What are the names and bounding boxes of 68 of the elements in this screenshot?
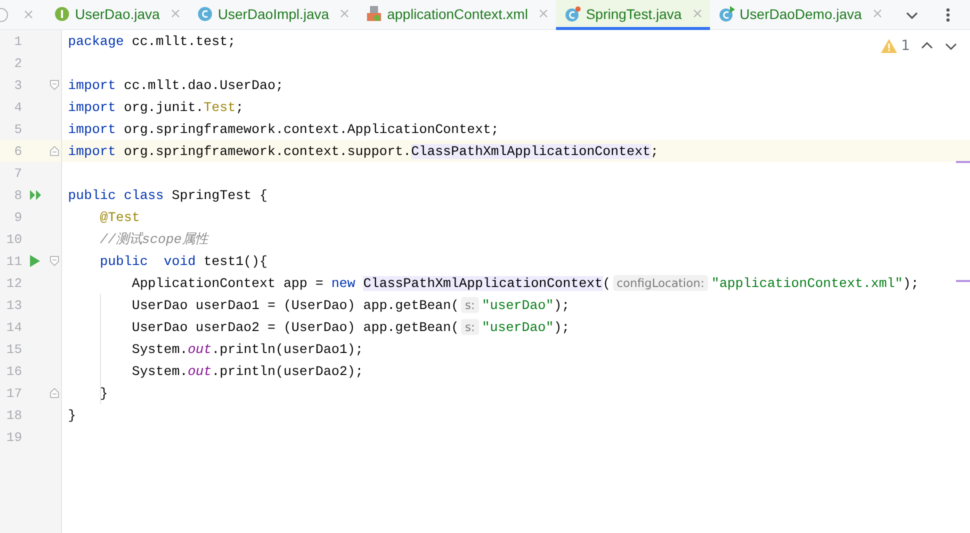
interface-icon [54, 6, 70, 22]
fold-icon[interactable] [50, 388, 59, 398]
parameter-hint: s: [461, 297, 479, 313]
code-line: import org.springframework.context.support.ClassPathXmlApplicationContext; [67, 144, 659, 158]
line-number: 9 [13, 210, 22, 224]
code-line: import org.junit.Test; [67, 100, 244, 114]
line-number: 19 [5, 430, 22, 444]
close-icon[interactable] [872, 9, 882, 18]
code-line: } [98, 386, 108, 400]
parameter-hint: configLocation: [612, 275, 708, 291]
fold-icon[interactable] [50, 80, 59, 90]
warning-icon [881, 39, 898, 53]
close-icon[interactable] [24, 10, 33, 19]
close-icon[interactable] [538, 9, 548, 18]
line-number: 14 [5, 320, 22, 334]
fold-icon[interactable] [50, 146, 59, 156]
code-line: UserDao userDao1 = (UserDao) app.getBean( [130, 298, 459, 312]
code-line: import cc.mllt.dao.UserDao; [67, 78, 284, 92]
code-line: System.out.println(userDao2); [130, 364, 364, 378]
scrollbar-marker [956, 161, 970, 163]
code-line: ApplicationContext app = new ClassPathXmlApplicationContext( [130, 276, 611, 290]
code-line: public void test1(){ [98, 254, 268, 268]
close-icon[interactable] [692, 9, 702, 18]
scrollbar-marker [956, 280, 970, 282]
code-line: } [67, 408, 76, 422]
editor-tab[interactable]: UserDaoDemo.java [710, 0, 890, 30]
code-line: System.out.println(userDao1); [130, 342, 364, 356]
close-icon[interactable] [340, 9, 350, 18]
xml-file-icon [366, 6, 382, 22]
line-number: 16 [5, 364, 22, 378]
code-line: UserDao userDao2 = (UserDao) app.getBean( [130, 320, 459, 334]
line-number: 6 [13, 144, 22, 158]
code-line: public class SpringTest { [67, 188, 268, 202]
line-number: 7 [13, 166, 22, 180]
class-icon [196, 6, 213, 22]
editor-tab[interactable]: applicationContext.xml [357, 0, 556, 30]
test-class-icon [564, 6, 581, 22]
code-line: "applicationContext.xml"); [711, 276, 919, 290]
line-number: 18 [5, 408, 22, 422]
editor-tab[interactable]: UserDaoImpl.java [188, 0, 358, 30]
line-number: 4 [13, 100, 22, 114]
line-number: 15 [5, 342, 22, 356]
parameter-hint: s: [461, 319, 479, 335]
code-line: "userDao"); [482, 320, 570, 334]
code-line: //测试scope属性 [98, 231, 208, 248]
runnable-class-icon [718, 6, 735, 22]
line-number: 11 [5, 254, 22, 268]
code-line: package cc.mllt.test; [67, 34, 236, 48]
fold-icon[interactable] [50, 256, 59, 266]
line-number: 12 [5, 276, 22, 290]
line-number: 8 [13, 188, 22, 202]
code-line: "userDao"); [482, 298, 570, 312]
run-icon[interactable] [30, 255, 40, 267]
line-number: 3 [13, 78, 22, 92]
line-number: 1 [13, 34, 22, 48]
run-all-icon[interactable] [30, 189, 42, 201]
editor-tab[interactable]: UserDao.java [45, 0, 188, 30]
editor-tab[interactable]: SpringTest.java [556, 0, 710, 30]
file-icon [0, 8, 8, 22]
close-icon[interactable] [170, 9, 180, 18]
code-line: @Test [98, 210, 140, 224]
line-number: 2 [13, 56, 22, 70]
line-number: 5 [13, 122, 22, 136]
line-number: 10 [5, 232, 22, 246]
code-line: import org.springframework.context.ApplicationContext; [67, 122, 499, 136]
line-number: 17 [5, 386, 22, 400]
line-number: 13 [5, 298, 22, 312]
warning-count[interactable]: 1 [881, 38, 910, 54]
